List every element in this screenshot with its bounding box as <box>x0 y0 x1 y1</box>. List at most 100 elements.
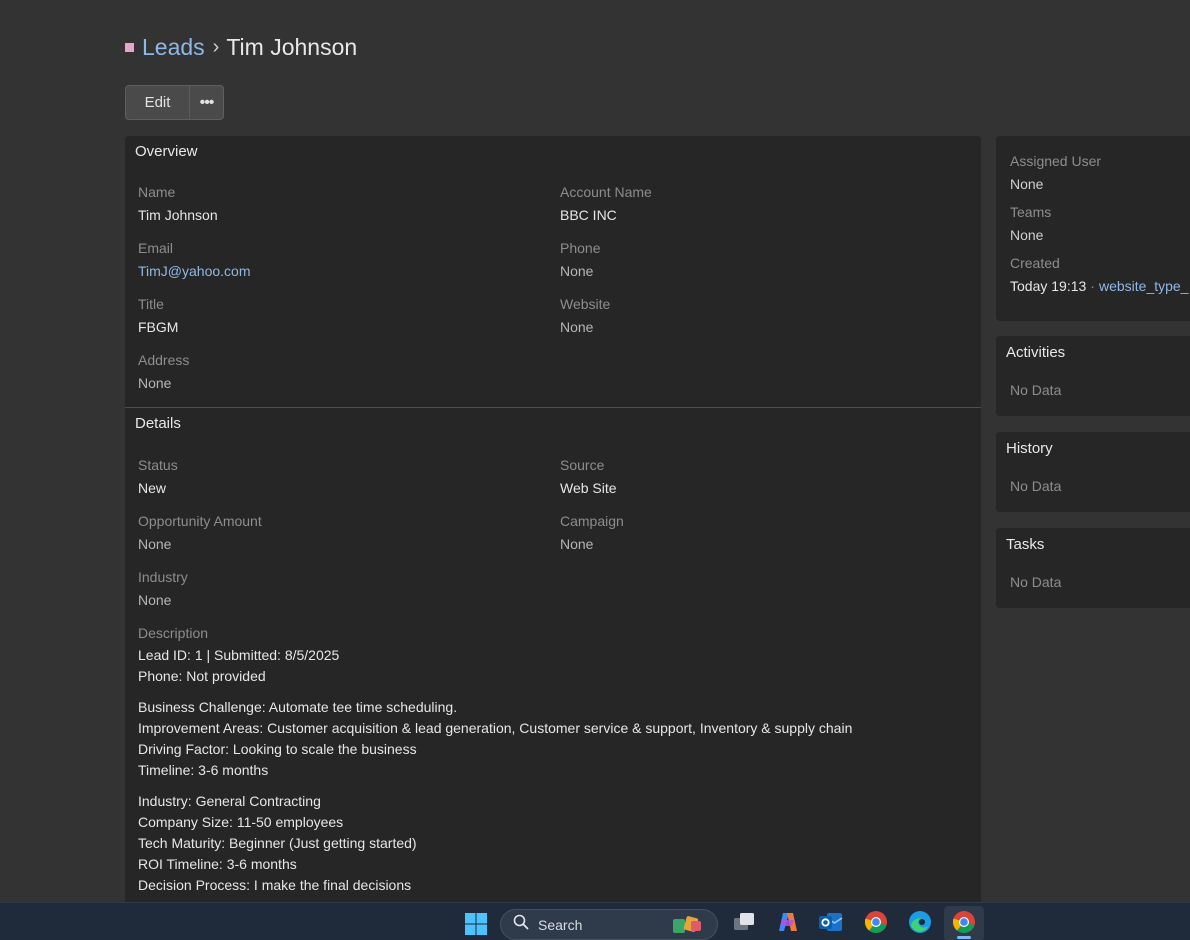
email-field: Email TimJ@yahoo.com <box>138 239 251 280</box>
side-info-panel: Assigned User None Teams None Created To… <box>996 136 1190 321</box>
description-line: Lead ID: 1 | Submitted: 8/5/2025 <box>138 647 340 663</box>
status-field: Status New <box>138 456 178 497</box>
industry-field: Industry None <box>138 568 188 609</box>
description-label: Description <box>138 625 209 641</box>
status-value: New <box>138 480 167 496</box>
industry-value: None <box>138 592 172 608</box>
website-value: None <box>560 319 594 335</box>
address-value: None <box>138 375 172 391</box>
description-field: Description Lead ID: 1 | Submitted: 8/5/… <box>138 624 958 896</box>
description-line: Tech Maturity: Beginner (Just getting st… <box>138 835 417 851</box>
edit-button[interactable]: Edit <box>125 85 190 120</box>
breadcrumb: Leads › Tim Johnson <box>125 33 357 61</box>
activities-heading: Activities <box>1006 344 1066 361</box>
chrome-icon[interactable] <box>951 909 977 935</box>
search-label: Search <box>538 916 583 933</box>
source-field: Source Web Site <box>560 456 617 497</box>
account-name-label: Account Name <box>560 184 652 200</box>
description-line: ROI Timeline: 3-6 months <box>138 856 297 872</box>
status-label: Status <box>138 457 178 473</box>
details-heading: Details <box>135 415 181 432</box>
phone-label: Phone <box>560 240 601 256</box>
description-line: Driving Factor: Looking to scale the bus… <box>138 741 417 757</box>
teams-label: Teams <box>1010 204 1052 220</box>
description-text: Lead ID: 1 | Submitted: 8/5/2025 Phone: … <box>138 645 958 896</box>
description-gap <box>138 781 958 791</box>
phone-field: Phone None <box>560 239 600 280</box>
description-line: Phone: Not provided <box>138 668 266 684</box>
description-line: Timeline: 3-6 months <box>138 762 269 778</box>
assigned-user-field: Assigned User None <box>996 136 1190 193</box>
overview-heading: Overview <box>135 143 198 160</box>
assigned-user-value: None <box>1010 176 1044 192</box>
breadcrumb-leads-link[interactable]: Leads <box>142 34 205 61</box>
title-field: Title FBGM <box>138 295 178 336</box>
history-heading: History <box>1006 440 1053 457</box>
action-button-group: Edit ••• <box>125 85 224 120</box>
name-value: Tim Johnson <box>138 207 218 223</box>
phone-value: None <box>560 263 594 279</box>
created-value-row: Today 19:13 · website_type_ <box>1010 277 1188 295</box>
windows-start-icon[interactable] <box>463 911 489 937</box>
edge-icon[interactable] <box>907 909 933 935</box>
created-datetime: Today 19:13 <box>1010 278 1087 294</box>
teams-value: None <box>1010 227 1044 243</box>
lead-entity-icon <box>125 42 134 52</box>
opportunity-amount-value: None <box>138 536 172 552</box>
campaign-value: None <box>560 536 594 552</box>
created-field: Created Today 19:13 · website_type_ <box>996 244 1190 295</box>
source-label: Source <box>560 457 605 473</box>
email-link[interactable]: TimJ@yahoo.com <box>138 262 251 280</box>
windows-taskbar: Search <box>0 902 1190 940</box>
source-value: Web Site <box>560 480 617 496</box>
opportunity-amount-label: Opportunity Amount <box>138 513 262 529</box>
tasks-panel: Tasks No Data <box>996 528 1190 608</box>
tasks-heading: Tasks <box>1006 536 1045 553</box>
search-icon <box>513 914 529 935</box>
description-line: Company Size: 11-50 employees <box>138 814 344 830</box>
taskbar-search-box[interactable]: Search <box>500 909 718 940</box>
description-line: Improvement Areas: Customer acquisition … <box>138 720 853 736</box>
search-highlight-icon <box>671 915 707 940</box>
outlook-icon[interactable] <box>818 909 844 935</box>
page-title: Tim Johnson <box>226 33 358 60</box>
tasks-empty: No Data <box>1010 574 1062 590</box>
email-label: Email <box>138 240 174 256</box>
opportunity-amount-field: Opportunity Amount None <box>138 512 262 553</box>
address-field: Address None <box>138 351 189 392</box>
task-view-icon[interactable] <box>731 909 757 935</box>
address-label: Address <box>138 352 190 368</box>
website-field: Website None <box>560 295 610 336</box>
name-field: Name Tim Johnson <box>138 183 218 224</box>
created-by-link[interactable]: website_type_ <box>1099 278 1189 294</box>
created-label: Created <box>1010 255 1060 271</box>
active-app-indicator <box>957 936 971 939</box>
account-name-field: Account Name BBC INC <box>560 183 652 224</box>
overview-fields: Name Tim Johnson Account Name BBC INC Em… <box>125 166 981 407</box>
copilot-icon[interactable] <box>775 909 801 935</box>
description-line: Decision Process: I make the final decis… <box>138 877 412 893</box>
assigned-user-label: Assigned User <box>1010 153 1102 169</box>
created-separator: · <box>1090 278 1095 294</box>
campaign-field: Campaign None <box>560 512 624 553</box>
campaign-label: Campaign <box>560 513 624 529</box>
chrome-icon[interactable] <box>863 909 889 935</box>
breadcrumb-separator: › <box>212 35 220 58</box>
main-record-panel: Overview Name Tim Johnson Account Name B… <box>125 136 981 906</box>
description-line: Industry: General Contracting <box>138 793 321 809</box>
activities-empty: No Data <box>1010 382 1062 398</box>
history-panel: History No Data <box>996 432 1190 512</box>
more-actions-button[interactable]: ••• <box>190 85 224 120</box>
teams-field: Teams None <box>996 193 1190 244</box>
title-label: Title <box>138 296 164 312</box>
activities-panel: Activities No Data <box>996 336 1190 416</box>
name-label: Name <box>138 184 176 200</box>
website-label: Website <box>560 296 611 312</box>
description-gap <box>138 687 958 697</box>
account-name-value: BBC INC <box>560 207 617 223</box>
title-value: FBGM <box>138 319 179 335</box>
lead-detail-page: Leads › Tim Johnson Edit ••• Overview Na… <box>0 0 1190 940</box>
industry-label: Industry <box>138 569 188 585</box>
history-empty: No Data <box>1010 478 1062 494</box>
description-line: Business Challenge: Automate tee time sc… <box>138 699 458 715</box>
